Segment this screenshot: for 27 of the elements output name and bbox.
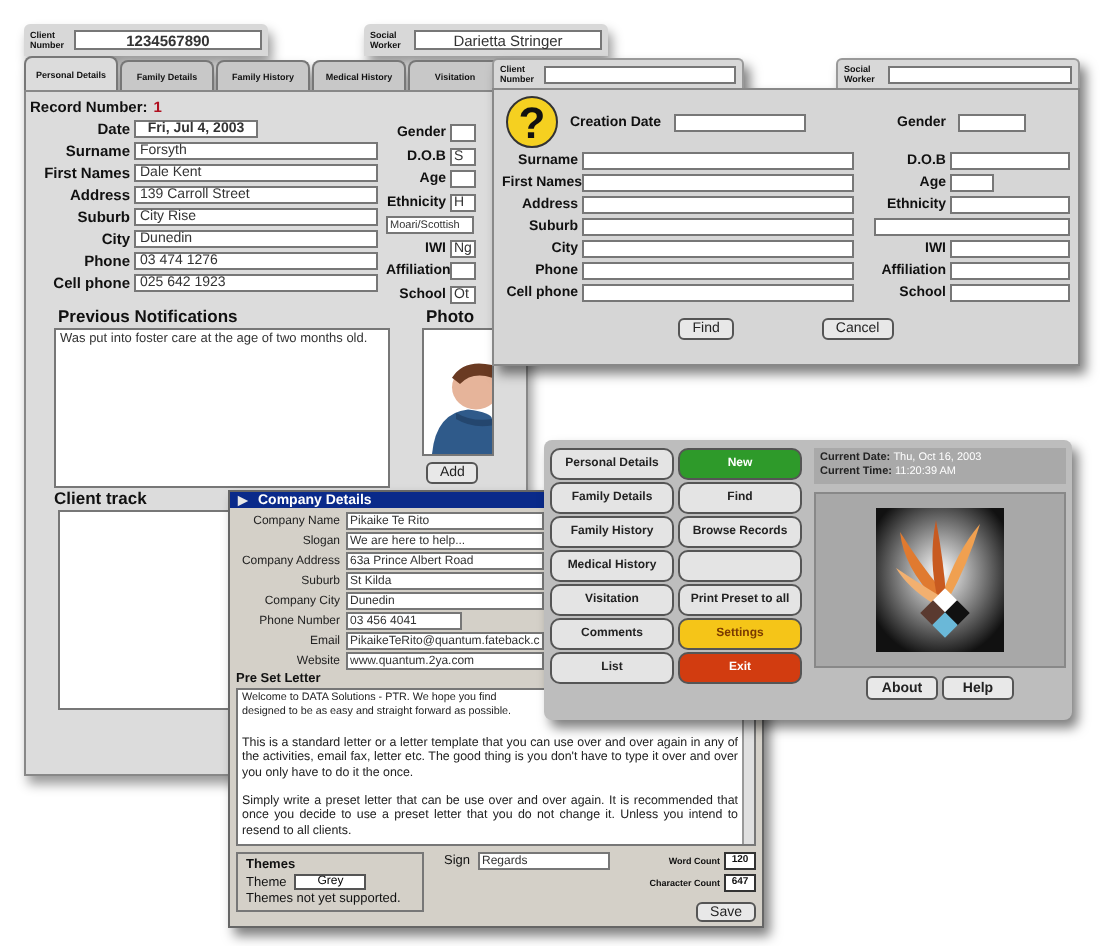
text-field[interactable] (582, 284, 854, 302)
social-worker-field[interactable] (888, 65, 1072, 83)
section-title: Client track (54, 487, 147, 507)
text-field[interactable] (950, 240, 1070, 258)
text-field[interactable] (582, 174, 854, 192)
text-field[interactable] (950, 174, 994, 192)
text-field[interactable] (582, 262, 854, 280)
text-field[interactable] (950, 196, 1070, 214)
text-field[interactable] (582, 152, 854, 170)
letter-area[interactable] (236, 688, 756, 846)
section-title: Photo (426, 305, 475, 325)
text-field[interactable] (582, 218, 854, 236)
text-field[interactable] (958, 113, 1027, 131)
text-field[interactable] (582, 196, 854, 214)
client-number-field[interactable] (544, 65, 736, 83)
text-field[interactable] (673, 113, 806, 131)
text-field[interactable] (950, 284, 1070, 302)
text-field[interactable] (450, 170, 476, 188)
text-field[interactable] (950, 152, 1070, 170)
menu-button[interactable] (678, 550, 802, 582)
text-field[interactable] (450, 124, 476, 142)
text-field[interactable] (582, 240, 854, 258)
text-field[interactable] (950, 262, 1070, 280)
help-icon: ? (506, 96, 558, 148)
section-title: Previous Notifications (58, 305, 238, 325)
text-field[interactable] (450, 262, 476, 280)
text-field[interactable] (874, 218, 1070, 236)
